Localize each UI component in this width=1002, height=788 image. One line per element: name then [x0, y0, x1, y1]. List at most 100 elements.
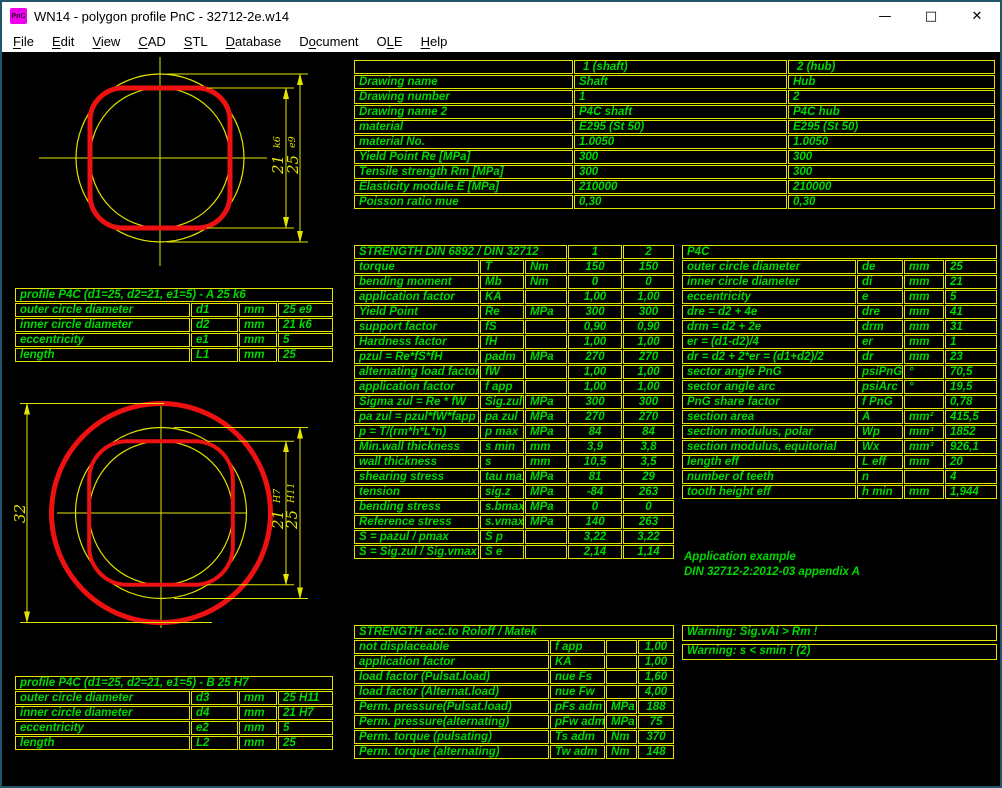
cell-label: Drawing number: [354, 90, 573, 104]
cell-value-shaft: Shaft: [574, 75, 787, 89]
cell-symbol: S e: [480, 545, 524, 559]
dim-tol-outer: H11: [286, 483, 297, 504]
table-title: profile P4C (d1=25, d2=21, e1=5) - B 25 …: [15, 676, 333, 690]
cell-value: 1,00: [638, 655, 674, 669]
cell-label: eccentricity: [15, 721, 190, 735]
cell-symbol: fW: [480, 365, 524, 379]
cell-unit: mm: [904, 260, 944, 274]
close-button[interactable]: ✕: [954, 2, 1000, 30]
cell-value-hub: 270: [623, 410, 674, 424]
cell-unit: MPa: [525, 500, 567, 514]
cell-unit: mm: [239, 691, 277, 705]
cell-label: PnG share factor: [682, 395, 856, 409]
menu-help[interactable]: Help: [412, 32, 457, 51]
dim-label-overall: 32: [11, 504, 29, 523]
cell-value-hub: 263: [623, 485, 674, 499]
cell-label: material No.: [354, 135, 573, 149]
cell-label: bending stress: [354, 500, 479, 514]
cell-value-hub: 3,22: [623, 530, 674, 544]
application-example-line1: Application example: [684, 550, 860, 565]
cell-unit: mm: [525, 455, 567, 469]
minimize-button[interactable]: —: [862, 2, 908, 30]
cell-value: 41: [945, 305, 997, 319]
menu-ole[interactable]: OLE: [368, 32, 412, 51]
cell-unit: °: [904, 365, 944, 379]
cell-value: 21: [945, 275, 997, 289]
cell-unit: mm: [239, 721, 277, 735]
cell-label: Tensile strength Rm [MPa]: [354, 165, 573, 179]
cell-value: 21 H7: [278, 706, 333, 720]
cell-label: outer circle diameter: [15, 303, 190, 317]
cell-symbol: Sig.zul: [480, 395, 524, 409]
cell-symbol: f PnG: [857, 395, 903, 409]
cell-unit: Nm: [525, 260, 567, 274]
menu-view[interactable]: View: [83, 32, 129, 51]
cell-value-shaft: 140: [568, 515, 622, 529]
cell-unit: mm: [239, 333, 277, 347]
cell-label: S = Sig.zul / Sig.vmax: [354, 545, 479, 559]
cell-label: section modulus, polar: [682, 425, 856, 439]
cell-value: 1,00: [638, 640, 674, 654]
cell-label: eccentricity: [15, 333, 190, 347]
cell-label: pzul = Re*fS*fH: [354, 350, 479, 364]
cell-unit: mm: [239, 348, 277, 362]
cell-symbol: KA: [550, 655, 605, 669]
cell-value-shaft: 0: [568, 500, 622, 514]
cell-unit: mm: [904, 485, 944, 499]
menu-cad[interactable]: CAD: [129, 32, 174, 51]
menu-edit[interactable]: Edit: [43, 32, 83, 51]
cell-value-shaft: 210000: [574, 180, 787, 194]
maximize-button[interactable]: □: [908, 2, 954, 30]
cell-label: drm = d2 + 2e: [682, 320, 856, 334]
cell-unit: MPa: [525, 485, 567, 499]
warning-message-1: Warning: Sig.vAi > Rm !: [682, 625, 997, 641]
cell-symbol: f app: [480, 380, 524, 394]
cell-label: tension: [354, 485, 479, 499]
cell-label: length eff: [682, 455, 856, 469]
cell-value-shaft: 3,9: [568, 440, 622, 454]
shaft-drawing: 21 k6 25 e9: [22, 56, 322, 272]
cell-unit: Nm: [606, 730, 637, 744]
cell-label: load factor (Alternat.load): [354, 685, 549, 699]
cell-value-shaft: 1,00: [568, 290, 622, 304]
cell-value-hub: 1,00: [623, 290, 674, 304]
cell-symbol: padm: [480, 350, 524, 364]
cell-value: 188: [638, 700, 674, 714]
cell-unit: MPa: [525, 305, 567, 319]
cell-unit: [525, 320, 567, 334]
cell-value-hub: 1.0050: [788, 135, 995, 149]
cell-label: Drawing name: [354, 75, 573, 89]
cell-symbol: er: [857, 335, 903, 349]
cell-unit: Nm: [606, 745, 637, 759]
cell-label: outer circle diameter: [682, 260, 856, 274]
cell-value: 25: [278, 348, 333, 362]
menu-file[interactable]: File: [4, 32, 43, 51]
cell-unit: mm²: [904, 410, 944, 424]
cell-label: sector angle arc: [682, 380, 856, 394]
cell-value-hub: 150: [623, 260, 674, 274]
cell-label: alternating load factor: [354, 365, 479, 379]
cell-value-hub: 1,00: [623, 380, 674, 394]
cell-symbol: nue Fs: [550, 670, 605, 684]
cell-value: 4,00: [638, 685, 674, 699]
cell-symbol: h min: [857, 485, 903, 499]
cell-value: 20: [945, 455, 997, 469]
cell-symbol: s: [480, 455, 524, 469]
cell-value-shaft: 150: [568, 260, 622, 274]
menu-stl[interactable]: STL: [175, 32, 217, 51]
column-header-shaft: 1 (shaft): [574, 60, 787, 74]
cell-value-shaft: 300: [568, 395, 622, 409]
cell-value-shaft: 0,90: [568, 320, 622, 334]
cell-unit: [525, 365, 567, 379]
profile-a-table: profile P4C (d1=25, d2=21, e1=5) - A 25 …: [15, 288, 333, 362]
cell-value-hub: 300: [788, 150, 995, 164]
cell-value-shaft: 3,22: [568, 530, 622, 544]
cell-symbol: drm: [857, 320, 903, 334]
cell-value-hub: 0,90: [623, 320, 674, 334]
cell-label: tooth height eff: [682, 485, 856, 499]
cell-label: dr = d2 + 2*er = (d1+d2)/2: [682, 350, 856, 364]
cell-value-hub: 0: [623, 275, 674, 289]
cell-value-hub: P4C hub: [788, 105, 995, 119]
menu-document[interactable]: Document: [290, 32, 367, 51]
menu-database[interactable]: Database: [217, 32, 291, 51]
